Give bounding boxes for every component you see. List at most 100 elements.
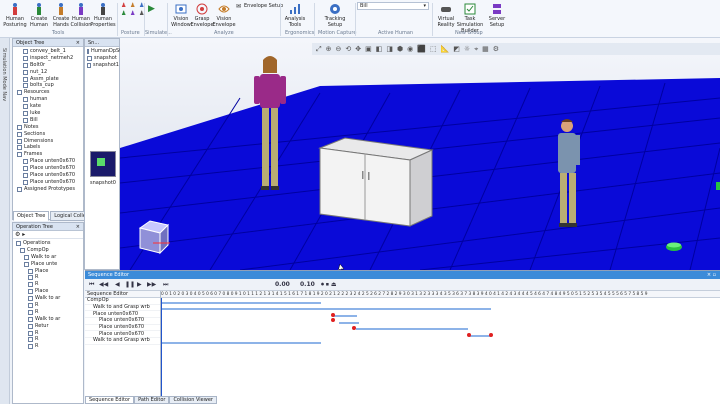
object-tree-item[interactable]: Place unten0x670 [17,179,83,186]
render-mode-icon[interactable]: ◉ [407,45,413,53]
play-icon[interactable]: ▶ [137,281,142,288]
close-icon[interactable]: × [76,223,80,231]
fast-forward-icon[interactable]: ⏭ [163,281,168,289]
operation-tree-item[interactable]: Walk to ar [16,295,83,302]
posture-icon-5[interactable]: ♟ [130,10,138,17]
posture-icon-2[interactable]: ♟ [130,2,138,9]
tab-path-editor[interactable]: Path Editor [134,396,170,404]
view-iso-icon[interactable]: ⬢ [397,45,403,53]
object-tree-item[interactable]: Place unten0x670 [17,165,83,172]
object-tree-item[interactable]: inspect_netmeh2 [17,55,83,62]
cube-icon[interactable]: ⬛ [417,45,426,53]
gantt-chart[interactable]: 0 0 1 0 2 0 3 0 4 0 5 0 6 0 7 0 8 0 9 1 … [161,291,720,397]
operation-tree-item[interactable]: R [16,336,83,343]
settings-icon[interactable]: ⚙ [493,45,499,53]
operation-tree-item[interactable]: R [16,343,83,350]
record-icon[interactable]: ⏺ ⏹ ⏏ [321,281,336,289]
posture-icon-1[interactable]: ♟ [121,2,129,9]
gantt-bar[interactable] [339,322,359,324]
time-step-display[interactable]: 0.10 [300,281,315,288]
gantt-milestone[interactable] [467,333,471,337]
human-posturing-button[interactable]: Human Posturing [2,2,28,28]
object-tree-item[interactable]: Bolt0r [17,62,83,69]
object-tree-item[interactable]: human [17,96,83,103]
fixture-box-model[interactable] [138,220,170,255]
posture-icon-4[interactable]: ♟ [121,10,129,17]
operation-tree-item[interactable]: Operations [16,240,83,247]
zoom-in-icon[interactable]: ⊕ [326,45,332,53]
gantt-bar[interactable] [161,308,491,310]
object-tree-item[interactable]: Sections [17,131,83,138]
section-icon[interactable]: ◩ [453,45,460,53]
gantt-milestone[interactable] [352,326,356,330]
gantt-bar[interactable] [161,302,321,304]
snapshot-item[interactable]: HumanDpStan [87,48,127,55]
gantt-bar[interactable] [356,328,468,330]
rewind-icon[interactable]: ⏮ [89,281,94,289]
object-tree-item[interactable]: convey_belt_1 [17,48,83,55]
operation-tree-item[interactable]: Place [16,268,83,275]
camera-icon[interactable]: ⌖ [474,45,478,54]
gantt-milestone[interactable] [331,313,335,317]
object-tree-item[interactable]: Assigned Prototypes [17,186,83,193]
operation-tree-item[interactable]: Walk to ar [16,254,83,261]
operation-tree-item[interactable]: Retur [16,323,83,330]
tab-collision-viewer[interactable]: Collision Viewer [169,396,217,404]
operation-tree-item[interactable]: R [16,274,83,281]
pan-icon[interactable]: ✥ [355,45,361,53]
object-tree-item[interactable]: Dimensions [17,138,83,145]
operation-tree-item[interactable]: CompOp [16,247,83,254]
gantt-bar[interactable] [333,315,357,317]
object-tree-item[interactable]: Frames [17,151,83,158]
rotate-icon[interactable]: ⟲ [345,45,351,53]
snapshot-item[interactable]: snapshot [87,55,119,62]
sequence-row[interactable]: Walk to and Grasp wrb [85,337,160,345]
cabinet-model[interactable] [318,137,434,227]
step-forward-icon[interactable]: ▶▶ [147,281,156,288]
parts-bowl-model[interactable] [666,242,682,252]
operation-tree-item[interactable]: R [16,309,83,316]
posture-icon-6[interactable]: ♟ [139,10,147,17]
active-human-dropdown[interactable]: Bill ▾ [357,2,429,10]
server-setup-button[interactable]: Server Setup [484,2,510,28]
object-tree-item[interactable]: Notes [17,124,83,131]
object-tree-item[interactable]: nut_12 [17,69,83,76]
operation-tree-item[interactable]: Place unte [16,261,83,268]
snapshot-item[interactable]: snapshot1 [87,62,119,69]
close-icon[interactable]: × ▫ [707,271,716,279]
gantt-milestone[interactable] [331,318,335,322]
object-tree-item[interactable]: Labels [17,144,83,151]
operation-tree-item[interactable]: Place [16,288,83,295]
gantt-milestone[interactable] [489,333,493,337]
object-tree-item[interactable]: luke [17,110,83,117]
view-top-icon[interactable]: ◧ [376,45,383,53]
gantt-bar[interactable] [161,342,321,344]
gantt-bar[interactable] [469,335,491,337]
play-back-icon[interactable]: ◀ [115,281,120,288]
light-icon[interactable]: ☼ [464,45,470,53]
virtual-reality-button[interactable]: Virtual Reality [433,2,459,28]
human-properties-button[interactable]: Human Properties [90,2,116,28]
view-side-icon[interactable]: ◨ [386,45,393,53]
operation-tree-item[interactable]: R [16,302,83,309]
object-tree-item[interactable]: bolts_cup [17,82,83,89]
timeline-cursor[interactable] [161,298,162,397]
3d-viewport[interactable] [120,38,720,270]
grid-icon[interactable]: ▦ [482,45,489,53]
operation-tree-item[interactable]: R [16,281,83,288]
vision-envelope-button[interactable]: Vision Envelope [211,2,237,28]
operation-tree-item[interactable]: Walk to ar [16,316,83,323]
analysis-tools-button[interactable]: Analysis Tools [282,2,308,28]
measure-icon[interactable]: 📐 [441,45,450,53]
simulate-play-icon[interactable]: ▶ [148,4,155,14]
tracking-setup-button[interactable]: Tracking Setup [322,2,348,28]
envelope-setup-button[interactable]: ✉ Envelope Setup [235,2,283,10]
object-tree-item[interactable]: Assm_plate [17,76,83,83]
object-tree-item[interactable]: Place unten0x670 [17,158,83,165]
zoom-out-icon[interactable]: ⊖ [335,45,341,53]
object-tree-item[interactable]: Resources [17,89,83,96]
close-icon[interactable]: × [76,39,80,47]
operation-tree-item[interactable]: R [16,330,83,337]
object-tree-item[interactable]: Place unten0x670 [17,172,83,179]
tab-object-tree[interactable]: Object Tree [13,211,50,221]
